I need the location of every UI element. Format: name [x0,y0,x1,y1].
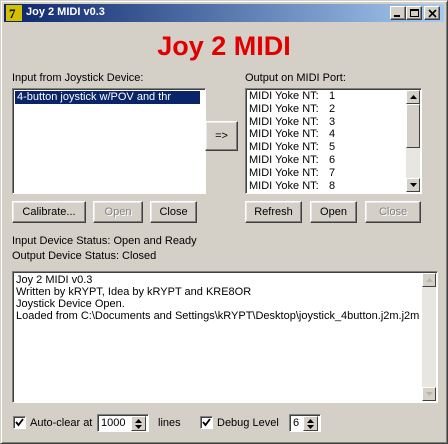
midi-port-number: 1 [329,90,336,102]
output-status-text: Output Device Status: Closed [12,250,157,262]
title-bar[interactable]: 7 Joy 2 MIDI v0.3 [4,4,444,22]
checkmark-icon [202,418,211,427]
midi-port-item[interactable]: MIDI Yoke NT: 2 [249,102,335,115]
midi-port-item[interactable]: MIDI Yoke NT: 1 [249,90,335,102]
midi-port-number: 8 [329,179,336,192]
autoclear-spin-buttons[interactable] [131,416,146,431]
minimize-button[interactable] [390,6,406,20]
window-title: Joy 2 MIDI v0.3 [26,6,105,18]
output-close-button[interactable]: Close [365,201,421,223]
log-textarea[interactable]: Joy 2 MIDI v0.3 Written by kRYPT, Idea by… [12,271,438,403]
midi-port-label: Output on MIDI Port: [245,72,346,84]
autoclear-label: Auto-clear at [30,417,93,429]
log-line: Written by kRYPT, Idea by kRYPT and KRE8… [16,286,252,298]
midi-port-name: MIDI Yoke NT: [249,90,319,102]
joystick-device-item[interactable]: 4-button joystick w/POV and thr [15,91,200,104]
midi-port-item[interactable]: MIDI Yoke NT: 8 [249,179,335,192]
scroll-up-button[interactable] [406,90,420,104]
scroll-thumb[interactable] [406,104,420,148]
scroll-down-button[interactable] [406,178,420,192]
autoclear-value[interactable]: 1000 [101,417,125,429]
midi-port-name: MIDI Yoke NT: [249,102,319,115]
maximize-icon [410,9,419,17]
app-heading: Joy 2 MIDI [157,31,291,61]
midi-port-item[interactable]: MIDI Yoke NT: 3 [249,115,335,128]
arrow-up-icon [410,95,417,99]
transfer-button[interactable]: => [205,121,238,151]
midi-port-name: MIDI Yoke NT: [249,141,319,154]
log-line: Loaded from C:\Documents and Settings\kR… [16,310,420,322]
debug-spinner[interactable]: 6 [289,414,321,432]
midi-list-scrollbar[interactable] [406,90,420,192]
midi-port-number: 3 [329,115,336,128]
debug-label: Debug Level [217,417,279,429]
debug-spin-buttons[interactable] [303,416,318,431]
app-icon: 7 [6,5,22,21]
midi-port-item[interactable]: MIDI Yoke NT: 6 [249,154,335,166]
autoclear-checkbox[interactable] [13,416,26,429]
debug-checkbox[interactable] [200,416,213,429]
close-icon [428,9,437,18]
close-window-button[interactable] [424,6,440,20]
refresh-button[interactable]: Refresh [245,201,302,223]
log-line: Joystick Device Open. [16,298,125,310]
log-scroll-down-button[interactable] [422,387,436,401]
midi-port-number: 6 [329,154,336,166]
midi-port-name: MIDI Yoke NT: [249,115,319,128]
midi-port-number: 7 [329,166,336,179]
midi-port-name: MIDI Yoke NT: [249,154,319,166]
arrow-up-icon [426,278,433,282]
log-line: Joy 2 MIDI v0.3 [16,274,93,286]
arrow-down-icon [410,183,417,187]
input-open-button[interactable]: Open [93,201,143,223]
autoclear-spinner[interactable]: 1000 [97,414,149,432]
midi-port-name: MIDI Yoke NT: [249,166,319,179]
svg-text:7: 7 [9,6,16,21]
midi-port-list[interactable]: MIDI Yoke NT: 1 MIDI Yoke NT: 2 MIDI Yoke NT… [245,88,422,194]
debug-value[interactable]: 6 [293,417,299,429]
minimize-icon [394,15,400,17]
main-window: 7 Joy 2 MIDI v0.3 Joy 2 MIDI Input from … [0,0,448,444]
midi-port-number: 5 [329,141,336,154]
input-device-label: Input from Joystick Device: [12,72,144,84]
midi-port-item[interactable]: MIDI Yoke NT: 5 [249,141,335,154]
midi-port-item[interactable]: MIDI Yoke NT: 4 [249,128,335,141]
midi-port-name: MIDI Yoke NT: [249,128,319,141]
midi-port-number: 2 [329,102,336,115]
checkmark-icon [15,418,24,427]
input-status-text: Input Device Status: Open and Ready [12,235,197,247]
calibrate-button[interactable]: Calibrate... [12,201,86,223]
log-scrollbar[interactable] [422,273,436,401]
midi-port-number: 4 [329,128,336,141]
midi-port-item[interactable]: MIDI Yoke NT: 7 [249,166,335,179]
lines-label: lines [158,417,181,429]
spin-arrows-icon [135,419,142,429]
spin-arrows-icon [307,419,314,429]
maximize-button[interactable] [406,6,422,20]
input-close-button[interactable]: Close [150,201,197,223]
output-open-button[interactable]: Open [310,201,357,223]
midi-port-name: MIDI Yoke NT: [249,179,319,192]
joystick-device-list[interactable]: 4-button joystick w/POV and thr [12,88,206,194]
log-scroll-up-button[interactable] [422,273,436,287]
arrow-down-icon [426,392,433,396]
